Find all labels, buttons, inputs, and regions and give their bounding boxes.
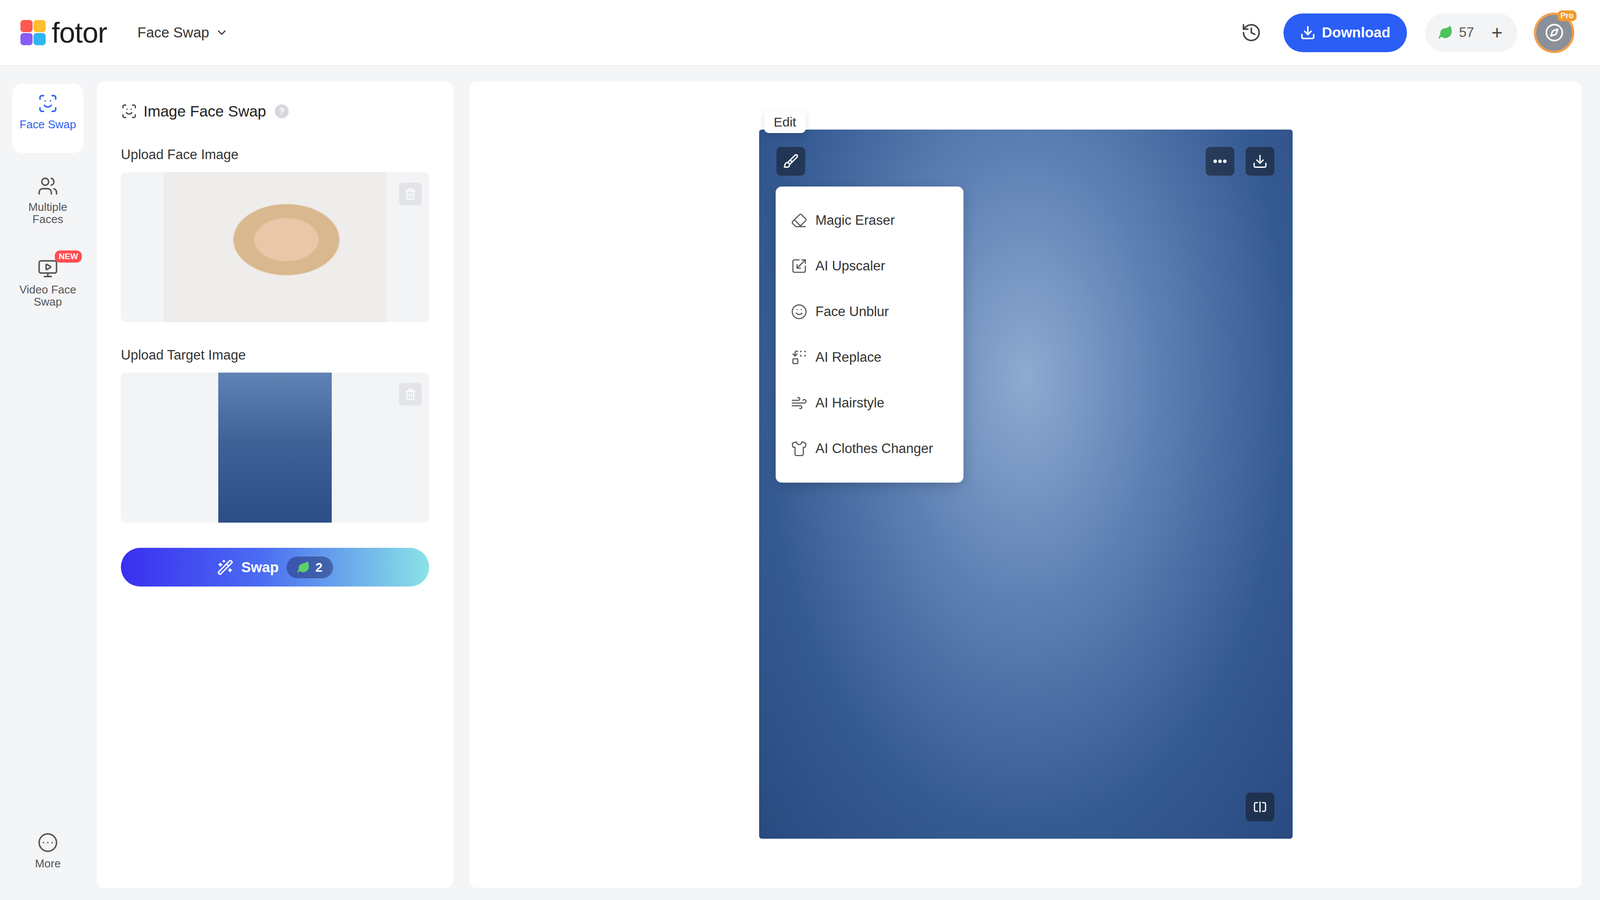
fotor-logo-icon xyxy=(20,20,46,46)
menu-item-label: Magic Eraser xyxy=(815,212,896,229)
compare-icon xyxy=(1252,799,1268,815)
compare-button[interactable] xyxy=(1245,792,1275,822)
sidebar-item-label: Face Swap xyxy=(19,118,77,131)
menu-item-label: Face Unblur xyxy=(815,303,890,320)
pro-badge: Pro xyxy=(1557,10,1577,22)
add-credits-button[interactable]: + xyxy=(1489,23,1505,43)
menu-item[interactable]: AI Replace xyxy=(775,334,964,380)
history-button[interactable] xyxy=(1236,17,1267,48)
menu-item[interactable]: AI Upscaler xyxy=(775,243,964,289)
more-options-button[interactable] xyxy=(1205,146,1235,176)
menu-item-icon xyxy=(790,349,808,366)
download-icon xyxy=(1252,153,1268,170)
sidebar-item-label: Multiple Faces xyxy=(17,200,79,226)
uploaded-photo xyxy=(163,172,387,323)
leaf-icon xyxy=(1438,25,1454,40)
edit-button[interactable] xyxy=(776,146,806,176)
logo-text: fotor xyxy=(51,16,107,50)
trash-icon xyxy=(404,187,417,200)
more-button[interactable]: More xyxy=(12,822,84,880)
menu-item[interactable]: AI Hairstyle xyxy=(775,380,964,426)
ellipsis-icon xyxy=(1211,153,1229,170)
top-bar: fotor Face Swap Download 57 + Pro xyxy=(0,0,1600,67)
swap-button[interactable]: Swap 2 xyxy=(120,547,430,587)
credits-count: 57 xyxy=(1459,24,1474,41)
edit-tooltip: Edit xyxy=(764,111,807,134)
sidebar-item[interactable]: Face Swap xyxy=(12,83,84,154)
sidebar-item[interactable]: NEW Video Face Swap xyxy=(12,248,84,319)
menu-item-icon xyxy=(790,212,808,229)
canvas: Edit Magic Eraser AI Upscaler Face Unblur AI… xyxy=(469,81,1582,888)
download-button[interactable]: Download xyxy=(1283,13,1407,53)
menu-item-label: AI Upscaler xyxy=(815,258,886,274)
menu-item-label: AI Hairstyle xyxy=(815,395,885,411)
upload-label: Upload Target Image xyxy=(120,347,430,364)
brush-icon xyxy=(783,153,799,170)
swap-label: Swap xyxy=(241,559,279,576)
help-icon[interactable]: ? xyxy=(274,104,289,119)
logo[interactable]: fotor xyxy=(20,16,107,50)
edit-menu: Magic Eraser AI Upscaler Face Unblur AI Rep… xyxy=(775,186,964,483)
app: fotor Face Swap Download 57 + Pro Face Swap Mul… xyxy=(0,0,1600,900)
menu-item-label: AI Replace xyxy=(815,349,882,366)
upload-box[interactable] xyxy=(120,172,430,323)
body: Face Swap Multiple Faces NEW Video Face Swa… xyxy=(0,66,1600,900)
sidebar-item-icon xyxy=(37,175,59,197)
delete-button[interactable] xyxy=(399,383,422,406)
face-swap-icon xyxy=(120,103,138,120)
menu-item-icon xyxy=(790,440,808,457)
sidebar-item-icon-wrap: NEW xyxy=(37,258,59,280)
more-label: More xyxy=(34,857,61,870)
history-icon xyxy=(1240,22,1262,44)
menu-item-icon xyxy=(790,257,808,275)
sidebar-item-icon xyxy=(37,258,59,280)
image-download-button[interactable] xyxy=(1245,146,1275,176)
menu-item[interactable]: AI Clothes Changer xyxy=(775,425,964,472)
settings-panel: Image Face Swap? Upload Face Image Upload … xyxy=(96,81,454,888)
upload-section: Upload Target Image xyxy=(120,347,430,523)
result-image: EditMagic EraserAI UpscalerFace UnblurAI… xyxy=(759,129,1293,839)
menu-item-icon xyxy=(790,303,808,320)
cost-pill: 2 xyxy=(286,556,334,579)
sidebar-item-icon-wrap xyxy=(37,175,59,197)
menu-item[interactable]: Magic Eraser xyxy=(775,197,964,244)
upload-label: Upload Face Image xyxy=(120,146,430,163)
wand-icon xyxy=(216,559,234,576)
panel-title: Image Face Swap? xyxy=(120,102,430,120)
sidebar-item-icon-wrap xyxy=(37,93,59,114)
leaf-icon xyxy=(296,560,310,574)
sidebar-item[interactable]: Multiple Faces xyxy=(12,166,84,236)
menu-item-icon xyxy=(790,394,808,412)
sidebar-item-label: Video Face Swap xyxy=(17,283,79,308)
menu-item[interactable]: Face Unblur xyxy=(775,288,964,335)
avatar[interactable]: Pro xyxy=(1533,12,1575,54)
more-icon xyxy=(37,832,59,854)
chevron-down-icon xyxy=(215,26,229,40)
uploaded-photo xyxy=(218,372,332,523)
upload-section: Upload Face Image xyxy=(120,146,430,323)
trash-icon xyxy=(404,388,417,401)
upload-box[interactable] xyxy=(120,372,430,523)
delete-button[interactable] xyxy=(399,182,422,206)
credits: 57 + xyxy=(1425,13,1518,53)
tool-menu[interactable]: Face Swap xyxy=(137,20,229,46)
avatar-icon xyxy=(1544,23,1564,43)
sidebar: Face Swap Multiple Faces NEW Video Face Swa… xyxy=(0,66,96,900)
download-icon xyxy=(1300,24,1316,41)
new-badge: NEW xyxy=(54,250,82,263)
sidebar-item-icon xyxy=(37,93,59,114)
menu-item-label: AI Clothes Changer xyxy=(815,440,934,457)
